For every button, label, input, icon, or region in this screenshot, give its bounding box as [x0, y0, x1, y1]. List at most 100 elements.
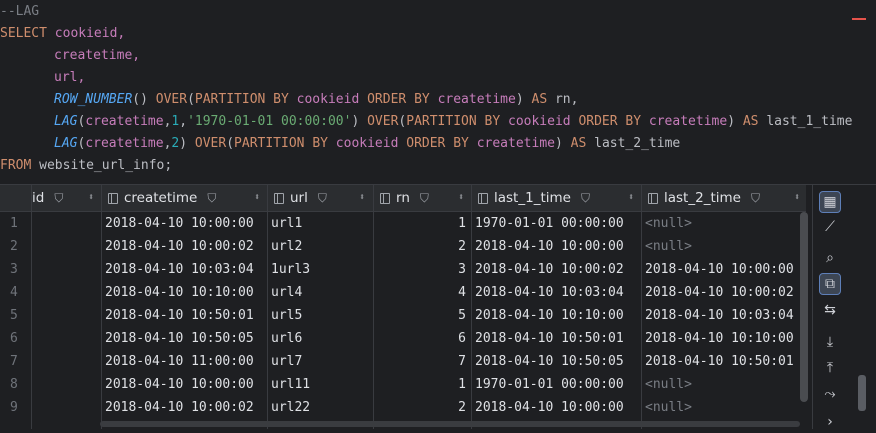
keyword: SELECT: [0, 26, 47, 41]
cell-url[interactable]: url5: [271, 304, 302, 327]
cell-rn[interactable]: 5: [380, 304, 466, 327]
editor-scrollbar[interactable]: [858, 375, 866, 411]
chevron-down-icon[interactable]: ›: [819, 411, 841, 433]
cell-last-1-time[interactable]: 2018-04-10 10:50:01: [475, 327, 624, 350]
cell-last-1-time[interactable]: 2018-04-10 10:00:02: [475, 258, 624, 281]
cell-last-2-time[interactable]: 2018-04-10 10:10:00: [645, 327, 794, 350]
cell-last-2-time[interactable]: <null>: [645, 235, 692, 258]
cell-rn[interactable]: 4: [380, 281, 466, 304]
cell-rn[interactable]: 2: [380, 235, 466, 258]
table-row[interactable]: 2 2018-04-10 10:00:02 url2 2 2018-04-10 10:0…: [0, 235, 806, 258]
cell-url[interactable]: url6: [271, 327, 302, 350]
sort-icon[interactable]: ⬍: [628, 185, 634, 211]
cell-rn[interactable]: 2: [380, 396, 466, 419]
identifier: cookieid: [508, 114, 571, 129]
cell-last-2-time[interactable]: 2018-04-10 10:00:02: [645, 281, 794, 304]
cell-last-1-time[interactable]: 2018-04-10 10:10:00: [475, 304, 624, 327]
sort-icon[interactable]: ⬍: [359, 185, 365, 211]
filter-settings-icon[interactable]: ⧉: [819, 273, 841, 295]
identifier: createtime: [476, 136, 555, 151]
upload-icon[interactable]: ⤒: [819, 357, 841, 379]
table-row[interactable]: 3 2018-04-10 10:03:04 1url3 3 2018-04-10 10:…: [0, 258, 806, 281]
column-header-last-2-time[interactable]: last_2_time ⛉: [648, 185, 798, 211]
sort-icon[interactable]: ⬍: [254, 185, 260, 211]
cell-url[interactable]: url11: [271, 373, 310, 396]
compare-icon[interactable]: ⤳: [819, 383, 841, 405]
table-row[interactable]: 7 2018-04-10 11:00:00 url7 7 2018-04-10 10:5…: [0, 350, 806, 373]
cell-last-2-time[interactable]: <null>: [645, 212, 692, 235]
cell-last-1-time[interactable]: 2018-04-10 10:03:04: [475, 281, 624, 304]
cell-url[interactable]: url2: [271, 235, 302, 258]
column-header-rn[interactable]: rn ⛉: [380, 185, 465, 211]
cell-createtime[interactable]: 2018-04-10 11:00:00: [105, 350, 254, 373]
cell-last-2-time[interactable]: <null>: [645, 396, 692, 419]
alias: rn,: [554, 92, 579, 107]
function-name: LAG: [54, 136, 78, 151]
punct: ): [727, 114, 743, 129]
filter-icon[interactable]: ⛉: [751, 185, 760, 211]
horizontal-scrollbar[interactable]: [100, 421, 800, 427]
cell-rn[interactable]: 1: [380, 212, 466, 235]
filter-icon[interactable]: ⛉: [318, 185, 327, 211]
sql-editor[interactable]: --LAG SELECT cookieid, createtime, url, …: [0, 0, 876, 184]
download-icon[interactable]: ⤓: [819, 331, 841, 353]
search-icon[interactable]: ⌕: [819, 247, 841, 269]
cell-createtime[interactable]: 2018-04-10 10:50:05: [105, 327, 254, 350]
column-header-url[interactable]: url ⛉: [274, 185, 369, 211]
cell-createtime[interactable]: 2018-04-10 10:10:00: [105, 281, 254, 304]
cell-last-1-time[interactable]: 1970-01-01 00:00:00: [475, 373, 624, 396]
cell-url[interactable]: url7: [271, 350, 302, 373]
table-row[interactable]: 5 2018-04-10 10:50:01 url5 5 2018-04-10 10:1…: [0, 304, 806, 327]
cell-url[interactable]: 1url3: [271, 258, 310, 281]
filter-icon[interactable]: ⛉: [581, 185, 590, 211]
column-header-last-1-time[interactable]: last_1_time ⛉: [478, 185, 633, 211]
cell-url[interactable]: url1: [271, 212, 302, 235]
sort-icon[interactable]: ⬍: [458, 185, 464, 211]
cell-last-2-time[interactable]: 2018-04-10 10:00:00: [645, 258, 794, 281]
cell-last-1-time[interactable]: 2018-04-10 10:00:00: [475, 396, 624, 419]
cell-rn[interactable]: 3: [380, 258, 466, 281]
punct: (: [226, 136, 235, 151]
keyword: ORDER BY: [406, 136, 469, 151]
column-label: last_1_time: [494, 190, 571, 206]
error-stripe-marker[interactable]: [852, 18, 866, 20]
table-view-icon[interactable]: ▦: [819, 191, 841, 213]
cell-last-2-time[interactable]: 2018-04-10 10:03:04: [645, 304, 794, 327]
table-row[interactable]: 9 2018-04-10 10:00:02 url22 2 2018-04-10 10:…: [0, 396, 806, 419]
filter-icon[interactable]: ⛉: [54, 185, 63, 211]
cell-url[interactable]: url4: [271, 281, 302, 304]
sort-icon[interactable]: ⬍: [88, 185, 94, 211]
table-row[interactable]: 6 2018-04-10 10:50:05 url6 6 2018-04-10 10:5…: [0, 327, 806, 350]
cell-createtime[interactable]: 2018-04-10 10:00:00: [105, 373, 254, 396]
table-row[interactable]: 1 2018-04-10 10:00:00 url1 1 1970-01-01 00:0…: [0, 212, 806, 235]
chart-icon[interactable]: ⟋: [819, 216, 841, 238]
filter-icon[interactable]: ⛉: [420, 185, 429, 211]
column-header-createtime[interactable]: createtime ⛉: [108, 185, 258, 211]
code-line-7: LAG(createtime,2) OVER(PARTITION BY cook…: [54, 133, 680, 155]
cell-createtime[interactable]: 2018-04-10 10:00:02: [105, 235, 254, 258]
cell-rn[interactable]: 1: [380, 373, 466, 396]
cell-url[interactable]: url22: [271, 396, 310, 419]
cell-createtime[interactable]: 2018-04-10 10:03:04: [105, 258, 254, 281]
cell-createtime[interactable]: 2018-04-10 10:00:02: [105, 396, 254, 419]
table-row[interactable]: 4 2018-04-10 10:10:00 url4 4 2018-04-10 10:0…: [0, 281, 806, 304]
cell-last-2-time[interactable]: 2018-04-10 10:50:01: [645, 350, 794, 373]
table-row[interactable]: 8 2018-04-10 10:00:00 url11 1 1970-01-01 00:…: [0, 373, 806, 396]
cell-createtime[interactable]: 2018-04-10 10:50:01: [105, 304, 254, 327]
cell-last-1-time[interactable]: 2018-04-10 10:50:05: [475, 350, 624, 373]
column-icon: [108, 193, 118, 204]
cell-last-1-time[interactable]: 2018-04-10 10:00:00: [475, 235, 624, 258]
cell-last-1-time[interactable]: 1970-01-01 00:00:00: [475, 212, 624, 235]
filter-icon[interactable]: ⛉: [207, 185, 216, 211]
cell-createtime[interactable]: 2018-04-10 10:00:00: [105, 212, 254, 235]
cell-last-2-time[interactable]: <null>: [645, 373, 692, 396]
cell-rn[interactable]: 6: [380, 327, 466, 350]
sort-icon[interactable]: ⬍: [794, 185, 800, 211]
alias: last_2_time: [594, 136, 681, 151]
row-number: 9: [10, 400, 18, 415]
cell-rn[interactable]: 7: [380, 350, 466, 373]
code-line-8: FROM website_url_info;: [0, 155, 172, 177]
vertical-scrollbar[interactable]: [800, 212, 808, 402]
result-grid[interactable]: id ⛉ ⬍ createtime ⛉ ⬍ url ⛉ ⬍ rn ⛉ ⬍ last_1_…: [0, 184, 876, 430]
transpose-icon[interactable]: ⇆: [819, 299, 841, 321]
